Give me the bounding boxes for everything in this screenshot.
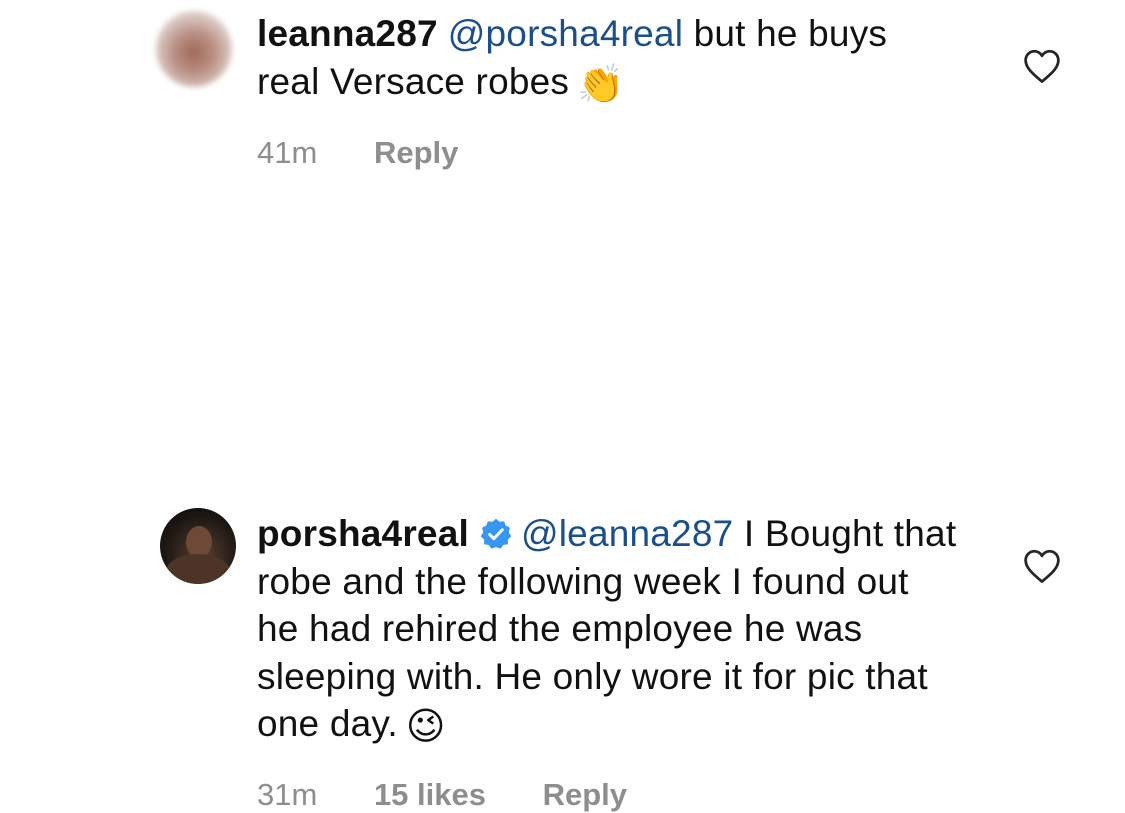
comment-body: porsha4real @leanna287 I Bought that rob… — [257, 510, 957, 748]
comment-item: porsha4real @leanna287 I Bought that rob… — [0, 250, 1125, 812]
comment-time: 31m — [257, 777, 318, 812]
reply-button[interactable]: Reply — [543, 777, 627, 812]
comment-time: 41m — [257, 135, 318, 170]
reply-button[interactable]: Reply — [374, 135, 458, 170]
comment-item: leanna287 @porsha4real but he buys real V… — [0, 0, 1125, 200]
comment-body: leanna287 @porsha4real but he buys real V… — [257, 10, 957, 105]
avatar-body-shape — [166, 554, 230, 584]
clapping-hands-emoji: 👏 — [577, 63, 625, 106]
heart-outline-icon[interactable] — [1022, 48, 1062, 84]
heart-outline-icon[interactable] — [1022, 548, 1062, 584]
commenter-avatar[interactable] — [160, 508, 236, 584]
comment-meta: 41m Reply — [257, 135, 458, 171]
verified-badge-icon — [480, 518, 512, 549]
comment-meta: 31m 15 likes Reply — [257, 777, 627, 813]
comment-mention[interactable]: @leanna287 — [521, 513, 733, 554]
comment-username[interactable]: porsha4real — [257, 513, 469, 554]
comment-mention[interactable]: @porsha4real — [448, 13, 683, 54]
commenter-avatar[interactable] — [156, 11, 232, 87]
comment-likes[interactable]: 15 likes — [374, 777, 486, 812]
comment-username[interactable]: leanna287 — [257, 13, 438, 54]
winking-face-emoji: 😉 — [405, 706, 446, 748]
